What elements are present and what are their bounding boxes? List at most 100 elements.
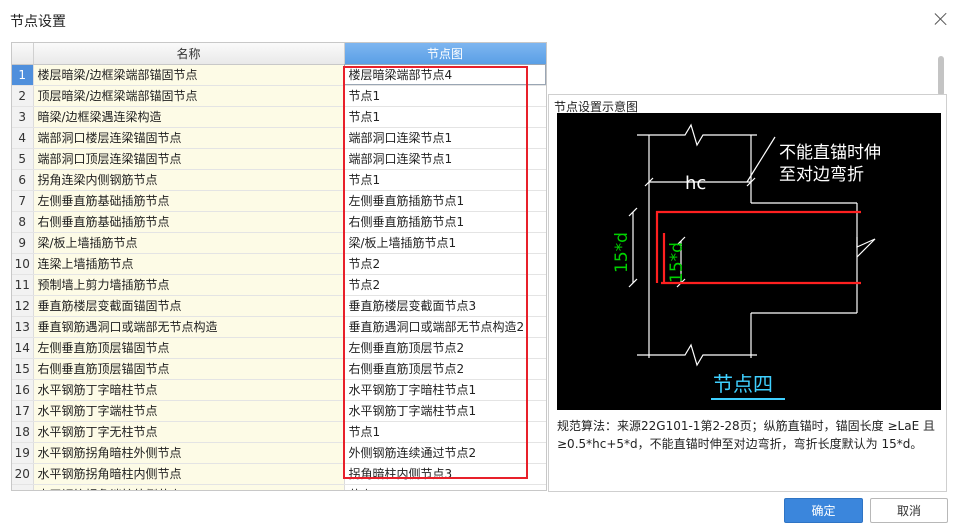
cancel-button[interactable]: 取消: [870, 498, 948, 523]
row-index: 17: [12, 400, 34, 422]
row-name: 水平钢筋丁字暗柱节点: [33, 379, 345, 401]
row-node[interactable]: 垂直筋遇洞口或端部无节点构造2: [344, 316, 546, 338]
table-row[interactable]: 11 预制墙上剪力墙插筋节点 节点2: [12, 274, 546, 296]
close-icon[interactable]: [934, 12, 948, 26]
table-row[interactable]: 15 右侧垂直筋顶层锚固节点 右侧垂直筋顶层节点2: [12, 358, 546, 380]
ok-button[interactable]: 确定: [784, 498, 863, 523]
break-line-top: [637, 123, 757, 147]
row-node[interactable]: 节点2: [344, 253, 546, 275]
table-row[interactable]: 2 顶层暗梁/边框梁端部锚固节点 节点1: [12, 85, 546, 107]
break-line-bottom: [637, 343, 757, 367]
row-name: 水平钢筋拐角暗柱外侧节点: [33, 442, 345, 464]
table-row[interactable]: 12 垂直筋楼层变截面锚固节点 垂直筋楼层变截面节点3: [12, 295, 546, 317]
row-name: 拐角连梁内侧钢筋节点: [33, 169, 345, 191]
scrollbar-thumb[interactable]: [938, 56, 944, 96]
row-name: 垂直钢筋遇洞口或端部无节点构造: [33, 316, 345, 338]
row-name: 连梁上墙插筋节点: [33, 253, 345, 275]
row-name: 预制墙上剪力墙插筋节点: [33, 274, 345, 296]
table-row[interactable]: 6 拐角连梁内侧钢筋节点 节点1: [12, 169, 546, 191]
row-name: 垂直筋楼层变截面锚固节点: [33, 295, 345, 317]
column-header-name[interactable]: 名称: [33, 43, 345, 65]
row-name: 水平钢筋丁字端柱节点: [33, 400, 345, 422]
table-row[interactable]: 3 暗梁/边框梁遇连梁构造 节点1: [12, 106, 546, 128]
row-node[interactable]: 梁/板上墙插筋节点1: [344, 232, 546, 254]
table-row[interactable]: 17 水平钢筋丁字端柱节点 水平钢筋丁字端柱节点1: [12, 400, 546, 422]
node-settings-table: 名称 节点图 1 楼层暗梁/边框梁端部锚固节点 楼层暗梁端部节点4 2 顶层暗梁/边框梁…: [11, 42, 547, 491]
row-index: 4: [12, 127, 34, 149]
table-row[interactable]: 7 左侧垂直筋基础插筋节点 左侧垂直筋插筋节点1: [12, 190, 546, 212]
row-name: 楼层暗梁/边框梁端部锚固节点: [33, 64, 345, 86]
row-index: 18: [12, 421, 34, 443]
row-index: 2: [12, 85, 34, 107]
row-node[interactable]: 左侧垂直筋插筋节点1: [344, 190, 546, 212]
break-line-right: [856, 237, 876, 258]
row-name: 暗梁/边框梁遇连梁构造: [33, 106, 345, 128]
table-row[interactable]: 5 端部洞口顶层连梁锚固节点 端部洞口连梁节点1: [12, 148, 546, 170]
dialog-title: 节点设置: [10, 14, 66, 30]
row-node[interactable]: 拐角暗柱内侧节点3: [344, 463, 546, 485]
dim-inner-label: 15*d: [667, 242, 687, 283]
table-row[interactable]: 10 连梁上墙插筋节点 节点2: [12, 253, 546, 275]
row-node[interactable]: 节点1: [344, 85, 546, 107]
row-index: 14: [12, 337, 34, 359]
row-index: 3: [12, 106, 34, 128]
row-index: 15: [12, 358, 34, 380]
row-node[interactable]: 垂直筋楼层变截面节点3: [344, 295, 546, 317]
diagram-caption: 节点四: [713, 372, 773, 396]
row-node[interactable]: 右侧垂直筋顶层节点2: [344, 358, 546, 380]
table-row[interactable]: 9 梁/板上墙插筋节点 梁/板上墙插筋节点1: [12, 232, 546, 254]
table-row[interactable]: 18 水平钢筋丁字无柱节点 节点1: [12, 421, 546, 443]
row-node[interactable]: 端部洞口连梁节点1: [344, 148, 546, 170]
row-node[interactable]: 端部洞口连梁节点1: [344, 127, 546, 149]
row-node[interactable]: 节点2: [344, 274, 546, 296]
row-index: 11: [12, 274, 34, 296]
row-name: 水平钢筋丁字无柱节点: [33, 421, 345, 443]
node-settings-dialog: 节点设置 名称 节点图 1 楼层暗梁/边框梁端部锚固节点 楼层暗梁端部节点4 2 顶层暗…: [0, 0, 959, 523]
table-row[interactable]: 21水平钢筋拐角端柱外侧节点节点2: [12, 484, 546, 490]
row-node[interactable]: 外侧钢筋连续通过节点2: [344, 442, 546, 464]
row-name: 水平钢筋拐角暗柱内侧节点: [33, 463, 345, 485]
row-node[interactable]: 水平钢筋丁字端柱节点1: [344, 400, 546, 422]
rebar-main: [655, 210, 861, 283]
node-diagram: 不能直锚时伸 至对边弯折 hc 15*d 15*d 节点四: [557, 113, 941, 410]
row-index: 5: [12, 148, 34, 170]
row-name: 水平钢筋拐角端柱外侧节点: [33, 484, 345, 490]
row-name: 左侧垂直筋基础插筋节点: [33, 190, 345, 212]
table-row[interactable]: 16 水平钢筋丁字暗柱节点 水平钢筋丁字暗柱节点1: [12, 379, 546, 401]
column-header-index: [12, 43, 34, 65]
row-index: 12: [12, 295, 34, 317]
row-index: 9: [12, 232, 34, 254]
row-index: 6: [12, 169, 34, 191]
row-node[interactable]: 水平钢筋丁字暗柱节点1: [344, 379, 546, 401]
row-node[interactable]: 节点1: [344, 106, 546, 128]
row-node[interactable]: 节点2: [344, 484, 546, 490]
row-index: 20: [12, 463, 34, 485]
row-node[interactable]: 右侧垂直筋插筋节点1: [344, 211, 546, 233]
note-line1: 不能直锚时伸: [779, 143, 881, 163]
row-index: 8: [12, 211, 34, 233]
row-name: 梁/板上墙插筋节点: [33, 232, 345, 254]
row-node[interactable]: 节点1: [344, 421, 546, 443]
table-row[interactable]: 13 垂直钢筋遇洞口或端部无节点构造 垂直筋遇洞口或端部无节点构造2: [12, 316, 546, 338]
algorithm-description: 规范算法：来源22G101-1第2-28页；纵筋直锚时，锚固长度 ≥LaE 且≥…: [557, 419, 935, 451]
row-node[interactable]: 楼层暗梁端部节点4: [344, 64, 546, 86]
row-name: 右侧垂直筋顶层锚固节点: [33, 358, 345, 380]
column-header-node[interactable]: 节点图: [344, 43, 546, 65]
row-name: 端部洞口楼层连梁锚固节点: [33, 127, 345, 149]
diagram-panel: 节点设置示意图 不能直锚时伸 至对边弯折 hc 15*d 15*d 节点四 规范…: [548, 94, 947, 492]
row-node[interactable]: 左侧垂直筋顶层节点2: [344, 337, 546, 359]
row-name: 端部洞口顶层连梁锚固节点: [33, 148, 345, 170]
row-index: 7: [12, 190, 34, 212]
row-node[interactable]: 节点1: [344, 169, 546, 191]
table-row[interactable]: 19 水平钢筋拐角暗柱外侧节点 外侧钢筋连续通过节点2: [12, 442, 546, 464]
table-row[interactable]: 8 右侧垂直筋基础插筋节点 右侧垂直筋插筋节点1: [12, 211, 546, 233]
hc-label: hc: [685, 173, 706, 194]
dim-outer-label: 15*d: [612, 232, 632, 273]
row-name: 顶层暗梁/边框梁端部锚固节点: [33, 85, 345, 107]
row-index: 19: [12, 442, 34, 464]
note-line2: 至对边弯折: [779, 165, 864, 185]
table-row[interactable]: 4 端部洞口楼层连梁锚固节点 端部洞口连梁节点1: [12, 127, 546, 149]
table-row[interactable]: 20 水平钢筋拐角暗柱内侧节点 拐角暗柱内侧节点3: [12, 463, 546, 485]
table-row[interactable]: 14 左侧垂直筋顶层锚固节点 左侧垂直筋顶层节点2: [12, 337, 546, 359]
table-row[interactable]: 1 楼层暗梁/边框梁端部锚固节点 楼层暗梁端部节点4: [12, 64, 546, 86]
